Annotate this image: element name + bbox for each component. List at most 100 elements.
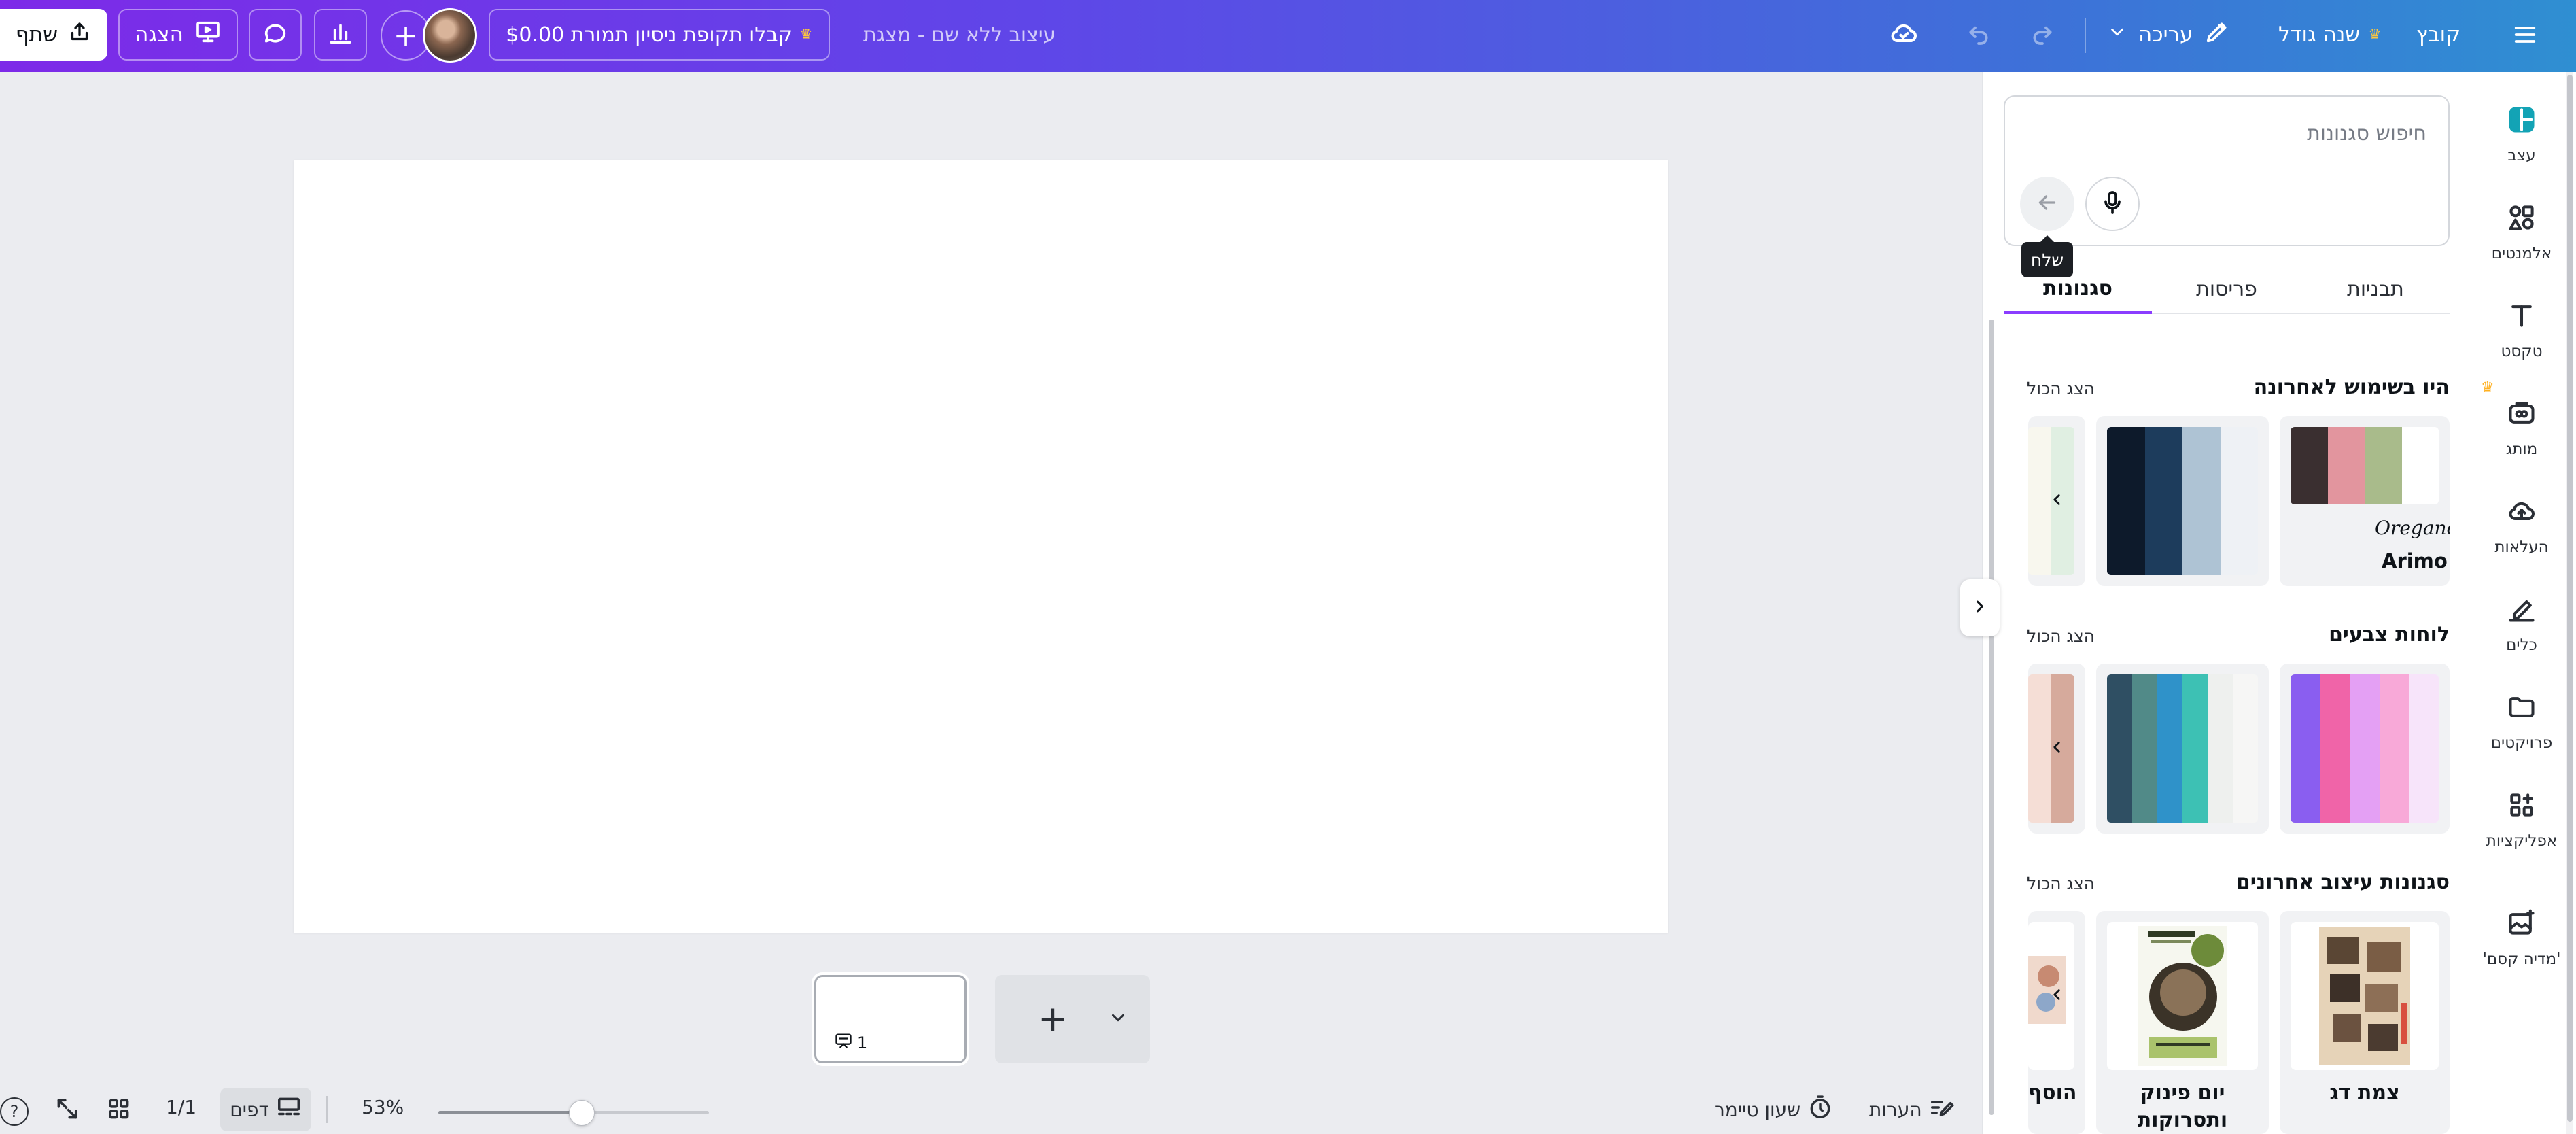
- color-swatches: [2291, 427, 2439, 504]
- free-trial-button[interactable]: קבלו תקופת ניסיון תמורת $0.00 ♛: [489, 9, 830, 61]
- rail-item-text[interactable]: טקסט: [2467, 290, 2576, 378]
- rail-item-magic-media[interactable]: 'מדיה קסם': [2467, 897, 2576, 986]
- resize-button[interactable]: שנה גודל ♛: [2278, 12, 2382, 57]
- redo-icon: [2029, 20, 2056, 50]
- collapse-panel-button[interactable]: [1960, 579, 2000, 636]
- design-style-card[interactable]: צמת דג: [2280, 911, 2450, 1134]
- pages-view-button[interactable]: דפים: [220, 1088, 311, 1131]
- recent-partial-card[interactable]: [2028, 416, 2085, 586]
- notes-button[interactable]: הערות: [1869, 1095, 1955, 1125]
- scroll-next-button[interactable]: [2036, 664, 2077, 834]
- palette-card[interactable]: [2280, 664, 2450, 834]
- present-label: הצגה: [135, 22, 184, 47]
- timer-label: שעון טיימר: [1714, 1099, 1801, 1121]
- color-swatches: [2107, 674, 2258, 823]
- tab-templates[interactable]: תבניות: [2301, 265, 2450, 313]
- hamburger-icon: [2511, 21, 2539, 51]
- add-page-options-button[interactable]: [1101, 995, 1135, 1043]
- crown-icon: ♛: [2368, 26, 2382, 44]
- voice-search-button[interactable]: [2085, 177, 2140, 231]
- recent-palette-card[interactable]: [2096, 416, 2269, 586]
- toolbar-divider: [2085, 18, 2086, 53]
- magic-media-icon: [2503, 904, 2541, 942]
- color-swatch: [2144, 427, 2182, 575]
- palette-card[interactable]: [2096, 664, 2269, 834]
- elements-icon: [2503, 199, 2541, 237]
- color-swatch: [2409, 674, 2439, 823]
- rail-item-elements[interactable]: אלמנטים: [2467, 192, 2576, 280]
- tab-styles[interactable]: סגנונות: [2004, 265, 2152, 314]
- rail-item-projects[interactable]: פרויקטים: [2467, 681, 2576, 770]
- trial-label: קבלו תקופת ניסיון תמורת $0.00: [506, 22, 793, 47]
- bar-chart-icon: [327, 20, 354, 50]
- panel-scrollbar-thumb[interactable]: [1989, 320, 1994, 1115]
- edit-mode-dropdown[interactable]: עריכה: [2107, 12, 2231, 57]
- zoom-slider-handle[interactable]: [568, 1100, 595, 1126]
- timer-icon: [1807, 1095, 1833, 1125]
- design-style-label: צמת דג: [2329, 1081, 2400, 1105]
- design-icon: [2503, 101, 2541, 139]
- rail-label: אלמנטים: [2491, 245, 2552, 262]
- palette-partial-card[interactable]: [2028, 664, 2085, 834]
- add-page-control: +: [995, 975, 1150, 1063]
- page-thumbnail-number: 1: [834, 1031, 867, 1054]
- add-page-button[interactable]: +: [1029, 995, 1077, 1043]
- tab-layouts[interactable]: פריסות: [2153, 265, 2301, 313]
- design-style-label: הוסף: [2028, 1081, 2077, 1105]
- color-swatch: [2350, 674, 2380, 823]
- color-swatch: [2320, 674, 2350, 823]
- plus-icon: +: [393, 18, 419, 53]
- grid-view-button[interactable]: [106, 1096, 132, 1127]
- section-title-recently-used: היו בשימוש לאחרונה: [2253, 375, 2450, 399]
- color-swatch: [2220, 427, 2258, 575]
- search-input[interactable]: [2019, 114, 2426, 152]
- send-button[interactable]: [2020, 177, 2074, 231]
- apps-icon: [2503, 786, 2541, 824]
- rail-item-draw[interactable]: כלים: [2467, 583, 2576, 672]
- main-menu-button[interactable]: [2503, 14, 2547, 58]
- brand-icon: [2503, 394, 2541, 432]
- chevron-left-icon: [2048, 986, 2066, 1006]
- design-style-partial-card[interactable]: הוסף: [2028, 911, 2085, 1134]
- color-swatch: [2365, 427, 2402, 504]
- redo-button[interactable]: [2020, 12, 2065, 57]
- notes-pencil-icon: [1929, 1095, 1955, 1125]
- folder-icon: [2503, 688, 2541, 726]
- share-upload-icon: [67, 20, 92, 50]
- color-swatch: [2132, 674, 2157, 823]
- style-heading-font: Oregano: [2375, 517, 2450, 539]
- rail-item-brand[interactable]: מותג: [2467, 388, 2576, 476]
- timer-button[interactable]: שעון טיימר: [1714, 1095, 1833, 1125]
- page-thumbnail[interactable]: 1: [814, 975, 967, 1063]
- color-swatch: [2233, 674, 2258, 823]
- rail-item-uploads[interactable]: העלאות: [2467, 485, 2576, 574]
- user-avatar[interactable]: [423, 8, 477, 63]
- file-menu-button[interactable]: קובץ: [2416, 12, 2460, 57]
- see-all-link[interactable]: הצג הכול: [2027, 626, 2095, 646]
- help-button[interactable]: ?: [0, 1097, 29, 1126]
- grid-icon: [106, 1096, 132, 1127]
- rail-item-design[interactable]: עצב: [2467, 94, 2576, 182]
- undo-button[interactable]: [1956, 12, 2001, 57]
- comments-button[interactable]: [249, 9, 302, 61]
- resize-label: שנה גודל: [2278, 22, 2361, 47]
- see-all-link[interactable]: הצג הכול: [2027, 874, 2095, 893]
- share-button[interactable]: שתף: [0, 9, 107, 61]
- zoom-value[interactable]: 53%: [362, 1096, 404, 1118]
- present-button[interactable]: הצגה: [118, 9, 238, 61]
- scroll-next-button[interactable]: [2036, 416, 2077, 586]
- recent-style-card[interactable]: Oregano Arimo: [2280, 416, 2450, 586]
- color-swatch: [2401, 427, 2439, 504]
- microphone-icon: [2099, 189, 2126, 219]
- document-title[interactable]: עיצוב ללא שם - מצגת: [863, 18, 1056, 52]
- fullscreen-button[interactable]: [54, 1096, 80, 1127]
- see-all-link[interactable]: הצג הכול: [2027, 379, 2095, 398]
- rail-item-apps[interactable]: אפליקציות: [2467, 779, 2576, 867]
- insights-button[interactable]: [314, 9, 367, 61]
- scroll-next-button[interactable]: [2036, 911, 2077, 1081]
- design-style-card[interactable]: יום פינוק ותסרוקות: [2096, 911, 2269, 1134]
- design-canvas[interactable]: [294, 160, 1668, 933]
- rail-label: פרויקטים: [2490, 734, 2553, 752]
- pages-label: דפים: [230, 1098, 269, 1121]
- save-status-button[interactable]: [1881, 12, 1926, 57]
